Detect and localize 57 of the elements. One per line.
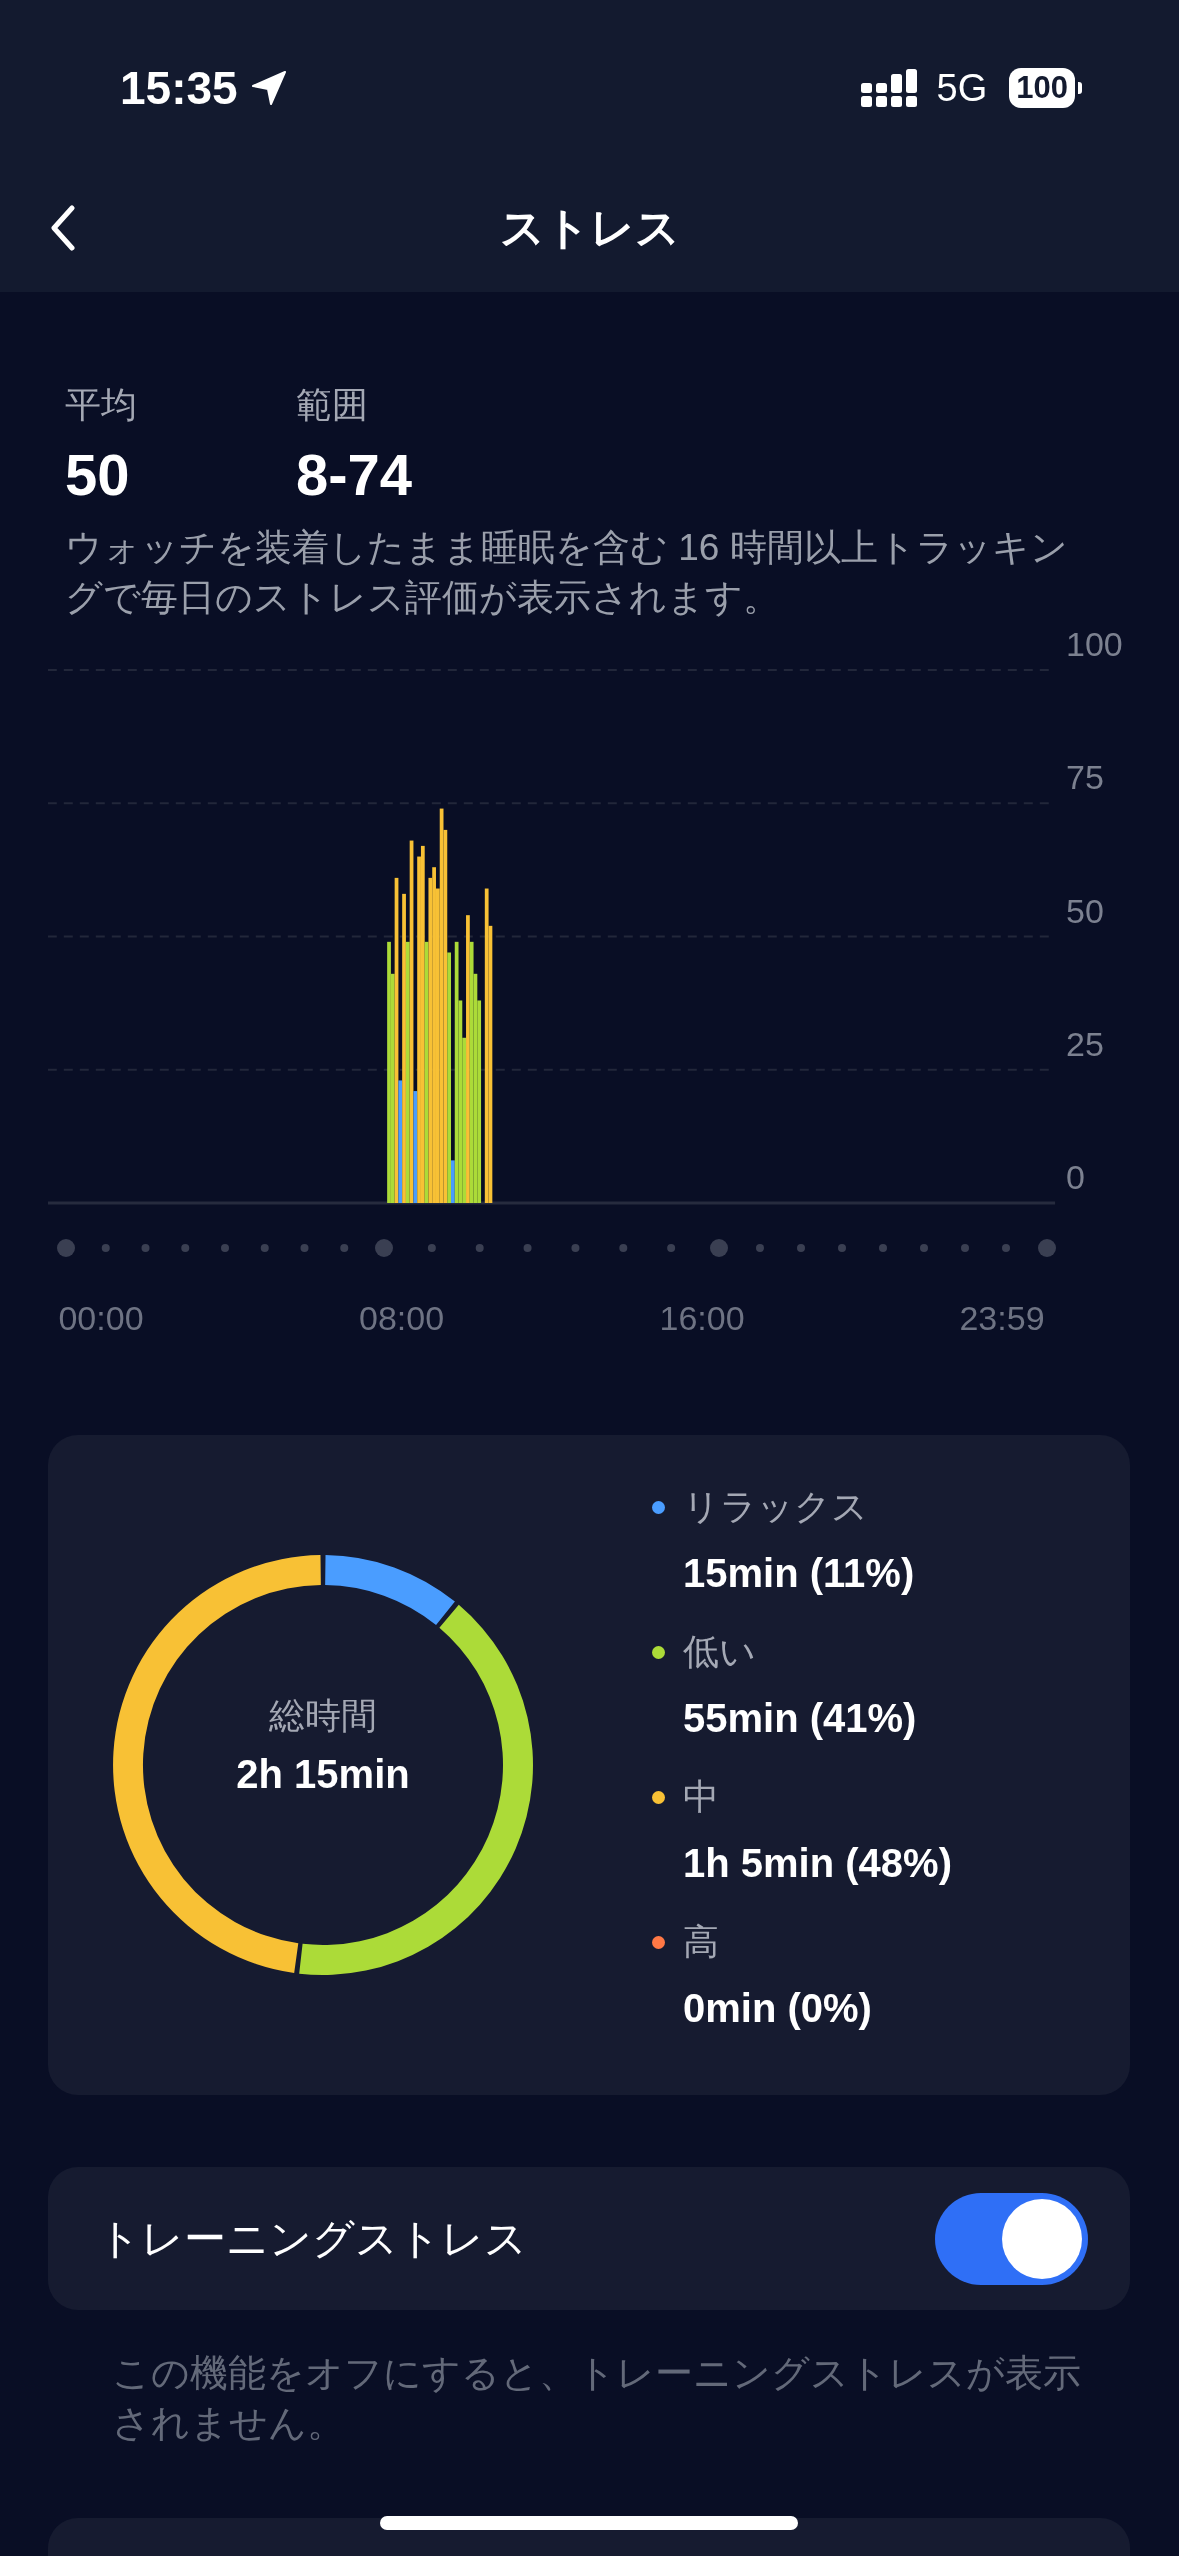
y-axis-label: 75 (1066, 758, 1104, 797)
hour-dot-icon (300, 1244, 309, 1252)
total-time-label: 総時間 (269, 1694, 377, 1738)
hour-dot-icon (181, 1244, 190, 1252)
setting-label: トレーニングストレス (98, 2213, 527, 2264)
battery-indicator: 100 (1009, 68, 1082, 108)
setting-note: この機能をオフにすると、トレーニングストレスが表示されません。 (112, 2351, 1082, 2446)
hour-dot-icon (340, 1244, 349, 1252)
x-axis-label: 00:00 (58, 1299, 144, 1337)
stat-value: 8-74 (296, 441, 413, 509)
y-axis-label: 50 (1066, 891, 1104, 930)
y-axis-label: 25 (1066, 1024, 1104, 1063)
legend-value: 1h 5min (48%) (682, 1840, 952, 1887)
hour-dot-icon (961, 1244, 969, 1252)
stat-value: 50 (65, 441, 130, 509)
signal-icon (860, 69, 917, 107)
legend-label: 中 (683, 1775, 719, 1819)
total-time-value: 2h 15min (236, 1751, 410, 1798)
hour-dot-icon (797, 1244, 805, 1252)
hour-dot-icon (141, 1244, 150, 1252)
legend-label: リラックス (683, 1485, 868, 1529)
stat-label: 範囲 (296, 383, 368, 427)
stat-label: 平均 (65, 383, 137, 427)
hour-dot-icon (101, 1244, 110, 1252)
hour-dot-icon (427, 1244, 436, 1252)
y-axis-label: 0 (1066, 1158, 1085, 1196)
legend-label: 高 (683, 1920, 719, 1964)
hour-dot-icon (475, 1244, 484, 1252)
network-type: 5G (936, 66, 988, 110)
hour-dot-icon (523, 1244, 532, 1252)
major-hour-dot-icon (710, 1239, 728, 1257)
status-time: 15:35 (120, 61, 238, 115)
x-axis-label: 23:59 (959, 1299, 1045, 1337)
page-title: ストレス (499, 202, 680, 254)
hour-dot-icon (221, 1244, 229, 1252)
hour-dot-icon (879, 1244, 887, 1252)
major-hour-dot-icon (1038, 1239, 1056, 1257)
major-hour-dot-icon (375, 1239, 393, 1257)
y-axis-label: 100 (1066, 625, 1123, 663)
x-axis-label: 08:00 (359, 1299, 445, 1337)
description-text: ウォッチを装着したまま睡眠を含む 16 時間以上トラッキングで毎日のストレス評価が表示されます。 (65, 526, 1069, 620)
hour-dot-icon (619, 1244, 628, 1252)
hour-dot-icon (838, 1244, 846, 1252)
hour-dot-icon (667, 1244, 676, 1252)
hour-dot-icon (260, 1244, 269, 1252)
hour-dot-icon (571, 1244, 580, 1252)
x-axis-label: 16:00 (659, 1299, 745, 1337)
major-hour-dot-icon (57, 1239, 75, 1257)
hour-dot-icon (920, 1244, 928, 1252)
hour-dot-icon (756, 1244, 764, 1252)
legend-value: 55min (41%) (682, 1695, 917, 1742)
hour-dot-icon (1002, 1244, 1010, 1252)
legend-label: 低い (683, 1630, 756, 1674)
legend-value: 15min (11%) (682, 1550, 915, 1597)
back-chevron-icon (50, 205, 76, 251)
legend-value: 0min (0%) (682, 1985, 872, 2032)
location-arrow-icon (251, 71, 286, 105)
